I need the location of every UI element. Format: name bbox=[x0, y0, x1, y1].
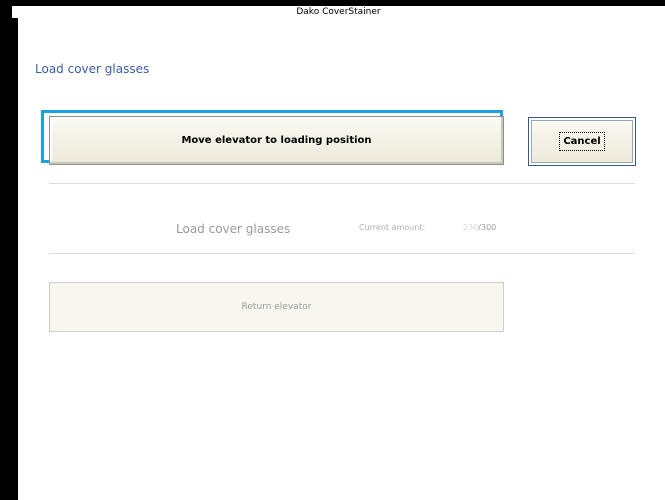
current-amount-value: 230/300 bbox=[463, 223, 496, 232]
move-elevator-button[interactable]: Move elevator to loading position bbox=[49, 116, 504, 165]
page-title: Load cover glasses bbox=[35, 62, 150, 76]
move-elevator-button-label: Move elevator to loading position bbox=[181, 135, 372, 146]
current-amount: 230 bbox=[463, 223, 479, 232]
cancel-button[interactable]: Cancel bbox=[528, 117, 636, 166]
max-amount: /300 bbox=[478, 223, 497, 232]
divider bbox=[49, 183, 635, 184]
return-elevator-button-label: Return elevator bbox=[241, 302, 312, 312]
divider bbox=[49, 253, 635, 254]
load-cover-glasses-label: Load cover glasses bbox=[176, 222, 291, 236]
cancel-button-label: Cancel bbox=[559, 132, 605, 151]
current-amount-label: Current amount: bbox=[359, 223, 426, 232]
return-elevator-button[interactable]: Return elevator bbox=[49, 282, 504, 332]
window-title: Dako CoverStainer bbox=[12, 6, 665, 18]
dialog-client-area: Load cover glasses Move elevator to load… bbox=[18, 18, 665, 500]
